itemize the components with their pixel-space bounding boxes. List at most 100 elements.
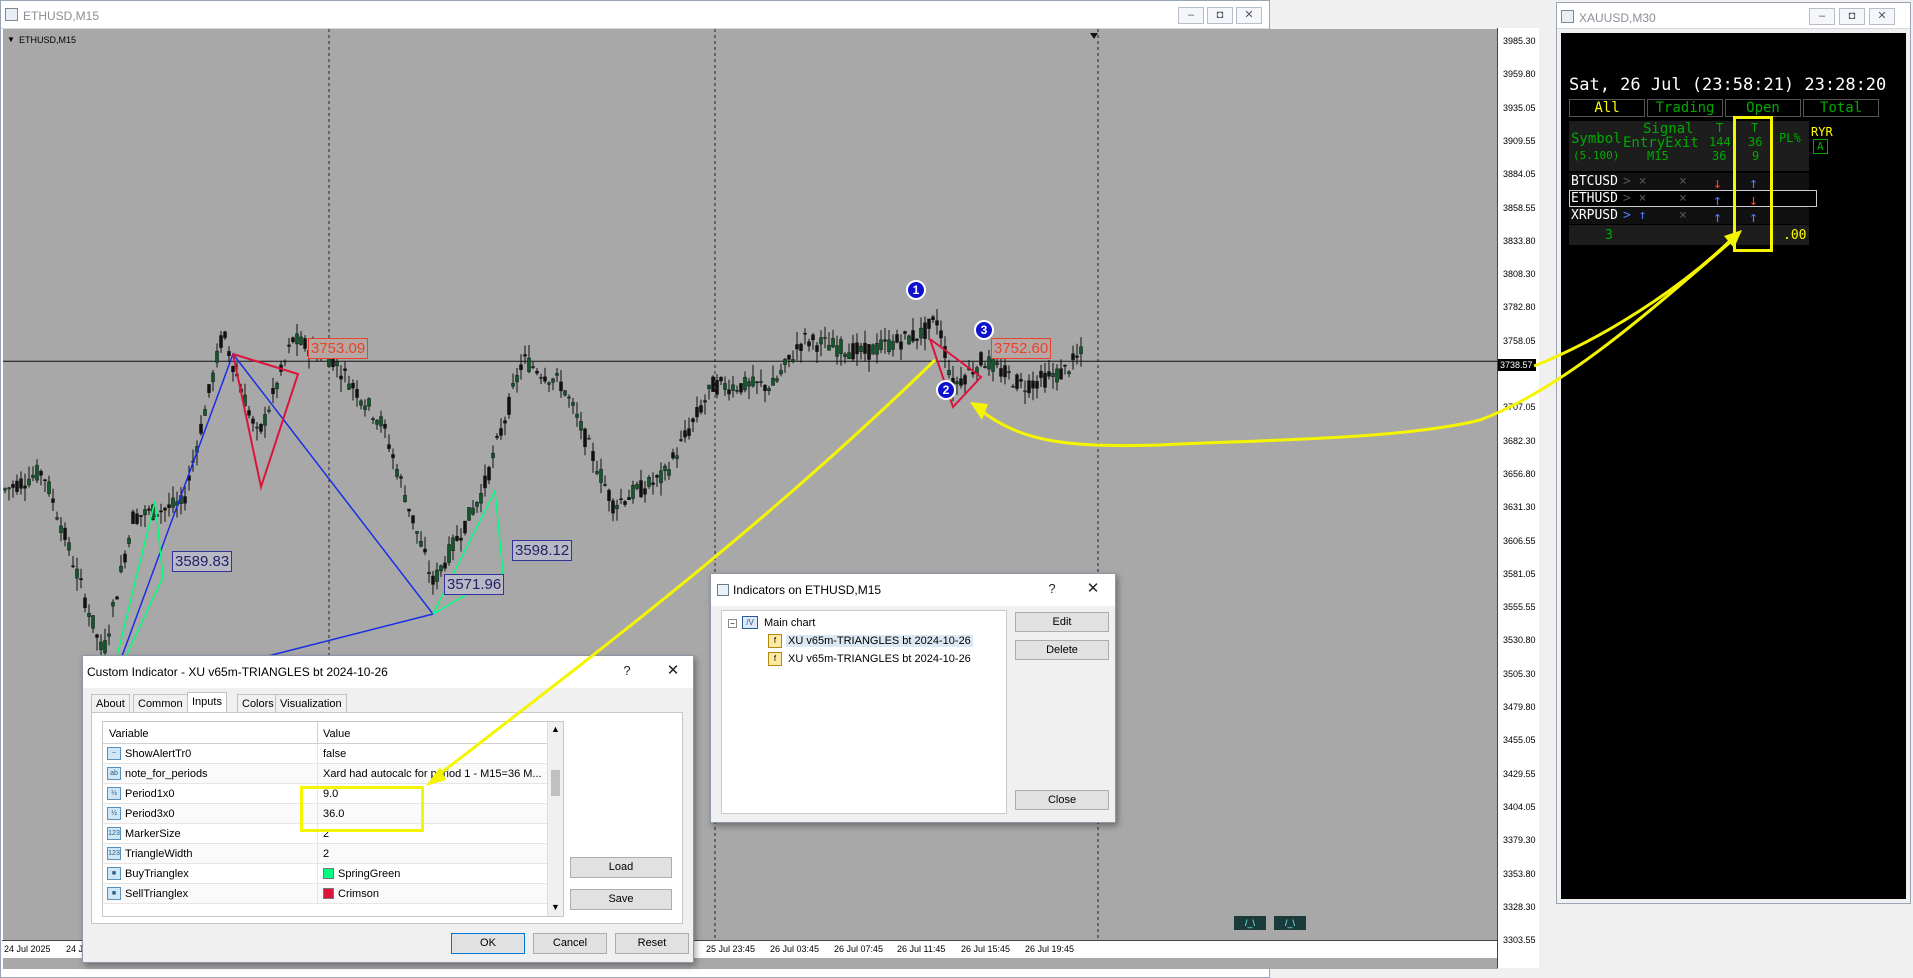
tab-colors[interactable]: Colors — [237, 694, 279, 712]
price-label-3598: 3598.12 — [512, 540, 573, 561]
dash-tab-total[interactable]: Total — [1803, 99, 1879, 117]
param-name: note_for_periods — [125, 768, 208, 780]
param-value[interactable]: SpringGreen — [323, 868, 400, 880]
minimize-button[interactable]: – — [1178, 7, 1204, 24]
reset-button[interactable]: Reset — [615, 933, 689, 954]
tree-item-2[interactable]: XU v65m-TRIANGLES bt 2024-10-26 — [786, 653, 973, 665]
cancel-button[interactable]: Cancel — [533, 933, 607, 954]
price-tick-4: 3884.05 — [1503, 169, 1536, 180]
price-tick-17: 3555.55 — [1503, 602, 1536, 613]
dash-tab-trading[interactable]: Trading — [1647, 99, 1723, 117]
tab-visualization[interactable]: Visualization — [275, 694, 347, 712]
row-separator — [317, 844, 318, 864]
tree-root-label[interactable]: Main chart — [764, 617, 815, 629]
candle-body — [571, 402, 575, 406]
col-value[interactable]: Value — [323, 728, 350, 740]
candle-body — [687, 428, 691, 436]
candle-body — [303, 338, 307, 349]
param-value[interactable]: false — [323, 748, 346, 760]
dash-maximize-button[interactable]: ◘ — [1839, 8, 1865, 25]
candle-body — [507, 396, 511, 415]
col-variable[interactable]: Variable — [109, 728, 149, 740]
candle-body — [19, 478, 23, 489]
candle-body — [1003, 365, 1007, 378]
price-tick-19: 3505.30 — [1503, 668, 1536, 679]
candle-body — [995, 362, 999, 366]
param-row[interactable]: ab note_for_periods Xard had autocalc for … — [103, 764, 547, 784]
indicators-help-button[interactable]: ? — [1041, 578, 1063, 600]
edit-button[interactable]: Edit — [1015, 612, 1109, 632]
candle-body — [627, 497, 631, 501]
close-button[interactable]: ✕ — [1236, 7, 1262, 24]
price-tick-2: 3935.05 — [1503, 102, 1536, 113]
candle-body — [1031, 380, 1035, 389]
tab-common[interactable]: Common — [133, 694, 188, 712]
candle-body — [719, 377, 723, 382]
candle-body — [107, 633, 111, 637]
dash-tab-all[interactable]: All — [1569, 99, 1645, 117]
tree-item-1[interactable]: XU v65m-TRIANGLES bt 2024-10-26 — [786, 635, 973, 647]
candle-body — [1055, 368, 1059, 383]
scroll-thumb[interactable] — [551, 770, 560, 796]
candle-body — [515, 375, 519, 383]
candle-body — [759, 381, 763, 383]
param-row[interactable]: ■ BuyTrianglex SpringGreen — [103, 864, 547, 884]
custom-indicator-titlebar[interactable]: Custom Indicator - XU v65m-TRIANGLES bt … — [83, 656, 693, 688]
candle-body — [367, 398, 371, 407]
time-label-3: 26 Jul 03:45 — [770, 944, 820, 954]
candle-body — [463, 520, 467, 534]
save-button[interactable]: Save — [570, 889, 672, 910]
candle-body — [95, 634, 99, 638]
param-value[interactable]: 2 — [323, 848, 329, 860]
price-label-3589: 3589.83 — [172, 551, 233, 572]
candle-body — [795, 344, 799, 350]
indicators-close-icon[interactable]: ✕ — [1079, 578, 1107, 600]
candle-body — [827, 344, 831, 351]
candle-body — [519, 364, 523, 370]
candle-body — [459, 537, 463, 541]
chart-titlebar[interactable]: ETHUSD,M15 — [1, 1, 1269, 29]
candle-body — [875, 342, 879, 355]
candle-body — [479, 493, 483, 504]
param-value[interactable]: Crimson — [323, 888, 379, 900]
custom-close-icon[interactable]: ✕ — [659, 660, 687, 682]
candle-body — [115, 596, 119, 600]
scroll-down-icon[interactable]: ▼ — [551, 902, 560, 912]
indicators-tree[interactable]: − /V Main chart f XU v65m-TRIANGLES bt 2… — [721, 610, 1007, 814]
window-icon — [1561, 10, 1574, 23]
close-button[interactable]: Close — [1015, 790, 1109, 810]
candle-body — [99, 641, 103, 650]
delete-button[interactable]: Delete — [1015, 640, 1109, 660]
price-label-3753: 3753.09 — [308, 338, 369, 359]
custom-help-button[interactable]: ? — [616, 660, 638, 682]
param-row[interactable]: 123 TriangleWidth 2 — [103, 844, 547, 864]
indicators-titlebar[interactable]: Indicators on ETHUSD,M15 ? ✕ — [711, 574, 1115, 606]
grid-scrollbar[interactable]: ▲ ▼ — [547, 722, 563, 916]
price-tick-20: 3479.80 — [1503, 702, 1536, 712]
dash-tab-open[interactable]: Open — [1725, 99, 1801, 117]
candle-body — [83, 597, 87, 608]
price-tick-16: 3581.05 — [1503, 568, 1536, 579]
candle-body — [803, 333, 807, 335]
ok-button[interactable]: OK — [451, 933, 525, 954]
param-row[interactable]: ~ ShowAlertTr0 false — [103, 744, 547, 764]
candle-body — [767, 388, 771, 392]
param-value[interactable]: Xard had autocalc for period 1 - M15=36 … — [323, 768, 542, 780]
scroll-up-icon[interactable]: ▲ — [551, 724, 560, 734]
load-button[interactable]: Load — [570, 857, 672, 878]
candle-body — [707, 384, 711, 389]
maximize-button[interactable]: ◘ — [1207, 7, 1233, 24]
candle-body — [271, 388, 275, 395]
candle-body — [923, 322, 927, 339]
tab-inputs[interactable]: Inputs — [187, 692, 227, 712]
tree-collapse-icon[interactable]: − — [728, 619, 737, 628]
candle-body — [159, 510, 163, 513]
param-type-icon: ½ — [107, 787, 121, 800]
param-type-icon: ½ — [107, 807, 121, 820]
param-row[interactable]: ■ SellTrianglex Crimson — [103, 884, 547, 904]
tab-about[interactable]: About — [91, 694, 130, 712]
candle-body — [43, 479, 47, 481]
candle-body — [1043, 372, 1047, 388]
dash-close-button[interactable]: ✕ — [1869, 8, 1895, 25]
dash-minimize-button[interactable]: – — [1809, 8, 1835, 25]
